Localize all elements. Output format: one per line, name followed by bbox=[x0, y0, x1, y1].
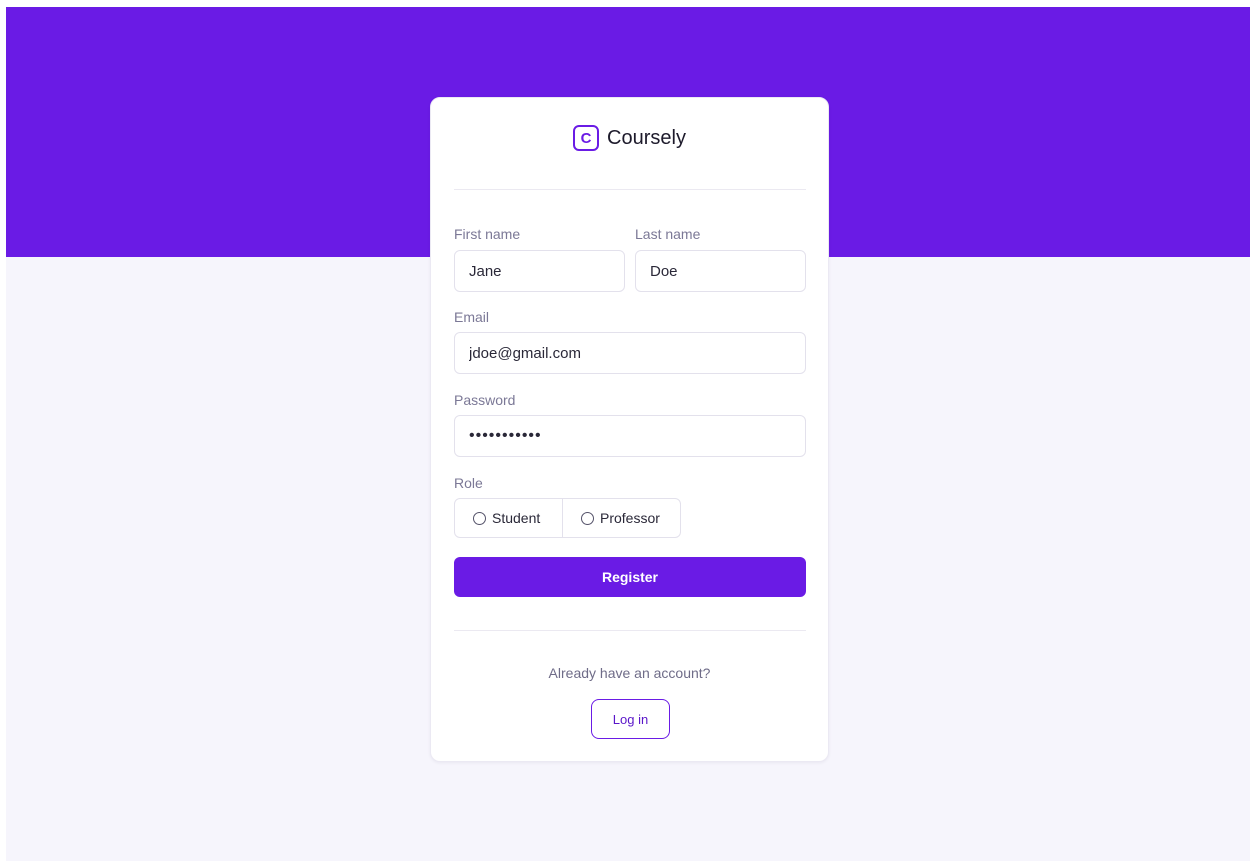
footer-divider bbox=[454, 630, 806, 631]
register-button[interactable]: Register bbox=[454, 557, 806, 597]
role-option-student[interactable]: Student bbox=[455, 499, 562, 537]
last-name-input[interactable] bbox=[635, 250, 806, 292]
radio-icon[interactable] bbox=[473, 511, 486, 525]
role-option-professor[interactable]: Professor bbox=[562, 499, 680, 537]
login-button[interactable]: Log in bbox=[591, 699, 670, 739]
password-input[interactable] bbox=[454, 415, 806, 457]
radio-icon[interactable] bbox=[581, 511, 594, 525]
register-card: C Coursely First name Last name Email Pa… bbox=[430, 97, 829, 762]
brand-name: Coursely bbox=[607, 126, 686, 149]
role-option-label: Student bbox=[492, 510, 541, 526]
email-label: Email bbox=[454, 309, 490, 325]
first-name-label: First name bbox=[454, 226, 521, 242]
brand-logo: C Coursely bbox=[431, 125, 828, 151]
email-input[interactable] bbox=[454, 332, 806, 374]
role-option-label: Professor bbox=[600, 510, 660, 526]
last-name-label: Last name bbox=[635, 226, 701, 242]
first-name-input[interactable] bbox=[454, 250, 625, 292]
role-radio-group: Student Professor bbox=[454, 498, 681, 538]
header-divider bbox=[454, 189, 806, 190]
password-label: Password bbox=[454, 392, 516, 408]
logo-icon: C bbox=[573, 125, 600, 151]
page-background: C Coursely First name Last name Email Pa… bbox=[6, 7, 1250, 861]
login-prompt: Already have an account? bbox=[548, 665, 711, 681]
role-label: Role bbox=[454, 475, 483, 491]
